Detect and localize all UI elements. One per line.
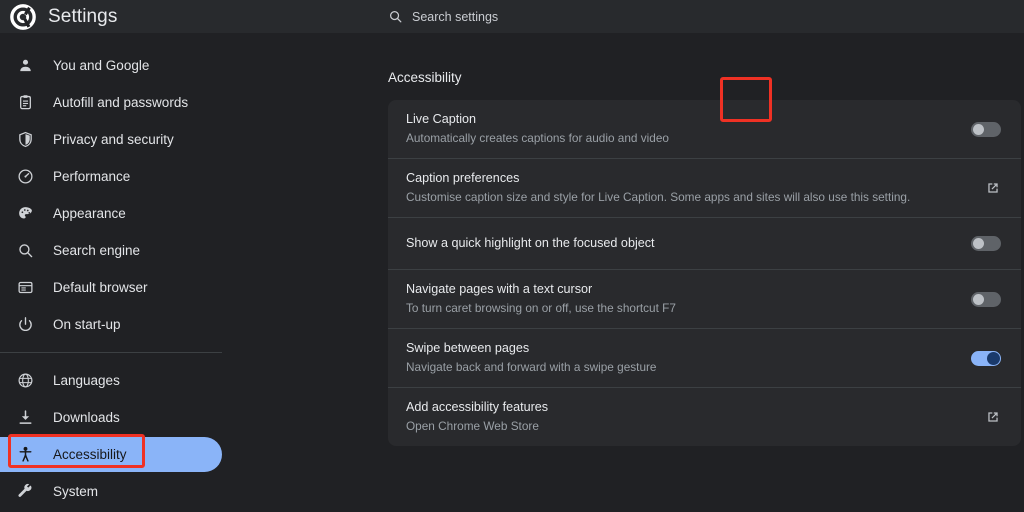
download-icon — [15, 408, 35, 428]
accessibility-icon — [15, 445, 35, 465]
sidebar-item-label: Default browser — [53, 280, 148, 295]
browser-window-icon — [15, 278, 35, 298]
settings-row-title: Navigate pages with a text cursor — [406, 282, 593, 296]
settings-row[interactable]: Caption preferences Customise caption siz… — [388, 159, 1021, 218]
settings-row-subtitle: Automatically creates captions for audio… — [406, 131, 669, 145]
sidebar-item-autofill-and-passwords[interactable]: Autofill and passwords — [0, 84, 240, 121]
search-input-placeholder[interactable]: Search settings — [412, 10, 498, 24]
settings-row-text: Navigate pages with a text cursor To turn… — [406, 270, 955, 328]
settings-row-control — [955, 350, 1001, 366]
settings-row-title: Add accessibility features — [406, 400, 549, 414]
sidebar-item-you-and-google[interactable]: You and Google — [0, 47, 240, 84]
sidebar-item-label: Downloads — [53, 410, 120, 425]
toggle-switch[interactable] — [971, 121, 1001, 137]
page-title: Settings — [48, 5, 118, 27]
settings-sidebar: You and Google Autofill and passwords Priv… — [0, 33, 240, 512]
chrome-logo-icon — [10, 3, 36, 30]
toggle-knob — [973, 293, 984, 305]
settings-row[interactable]: Swipe between pages Navigate back and for… — [388, 329, 1021, 388]
speedometer-icon — [15, 167, 35, 187]
settings-window: Settings Search settings You and Google A… — [0, 0, 1024, 512]
globe-icon — [15, 371, 35, 391]
toggle-switch[interactable] — [971, 236, 1001, 251]
sidebar-item-label: Privacy and security — [53, 132, 174, 147]
toggle-knob — [973, 123, 984, 135]
sidebar-item-label: Languages — [53, 373, 120, 388]
power-icon — [15, 315, 35, 335]
settings-row-control — [955, 236, 1001, 251]
settings-row-text: Add accessibility features Open Chrome We… — [406, 388, 955, 446]
toggle-switch[interactable] — [971, 350, 1001, 366]
settings-row[interactable]: Live Caption Automatically creates captio… — [388, 100, 1021, 159]
settings-row[interactable]: Add accessibility features Open Chrome We… — [388, 388, 1021, 446]
sidebar-item-default-browser[interactable]: Default browser — [0, 269, 240, 306]
settings-row-subtitle: Navigate back and forward with a swipe g… — [406, 360, 657, 374]
settings-row-control — [955, 291, 1001, 307]
external-link-icon[interactable] — [985, 180, 1001, 196]
sidebar-item-label: Search engine — [53, 243, 141, 258]
sidebar-item-performance[interactable]: Performance — [0, 158, 240, 195]
external-link-icon[interactable] — [985, 409, 1001, 425]
sidebar-item-label: Autofill and passwords — [53, 95, 189, 110]
magnifier-icon — [15, 241, 35, 261]
section-title: Accessibility — [388, 70, 462, 85]
search-icon — [389, 10, 402, 23]
settings-row-text: Swipe between pages Navigate back and for… — [406, 329, 955, 387]
search-settings-box[interactable]: Search settings — [388, 0, 498, 33]
accessibility-settings-card: Live Caption Automatically creates captio… — [388, 100, 1021, 446]
settings-row-control — [955, 409, 1001, 425]
settings-row-control — [955, 121, 1001, 137]
clipboard-icon — [15, 93, 35, 113]
sidebar-item-on-start-up[interactable]: On start-up — [0, 306, 240, 343]
toggle-switch[interactable] — [971, 291, 1001, 307]
main-content: Accessibility Live Caption Automatically … — [240, 33, 1024, 512]
settings-row-title: Caption preferences — [406, 171, 520, 185]
settings-row[interactable]: Navigate pages with a text cursor To turn… — [388, 270, 1021, 329]
settings-row-title: Live Caption — [406, 112, 477, 126]
settings-row[interactable]: Show a quick highlight on the focused ob… — [388, 218, 1021, 270]
sidebar-item-privacy-and-security[interactable]: Privacy and security — [0, 121, 240, 158]
sidebar-item-accessibility[interactable]: Accessibility — [0, 436, 240, 473]
sidebar-item-label: Performance — [53, 169, 131, 184]
sidebar-item-label: On start-up — [53, 317, 121, 332]
sidebar-item-label: You and Google — [53, 58, 150, 73]
settings-row-subtitle: Open Chrome Web Store — [406, 419, 539, 433]
wrench-icon — [15, 482, 35, 502]
toggle-knob — [973, 238, 984, 249]
top-header-bar: Settings Search settings — [0, 0, 1024, 33]
settings-row-title: Swipe between pages — [406, 341, 530, 355]
person-icon — [15, 56, 35, 76]
sidebar-item-downloads[interactable]: Downloads — [0, 399, 240, 436]
settings-row-text: Show a quick highlight on the focused ob… — [406, 224, 955, 263]
settings-row-subtitle: To turn caret browsing on or off, use th… — [406, 301, 676, 315]
sidebar-item-label: Accessibility — [53, 447, 127, 462]
settings-row-control — [955, 180, 1001, 196]
settings-row-title: Show a quick highlight on the focused ob… — [406, 236, 655, 250]
settings-row-text: Caption preferences Customise caption siz… — [406, 159, 955, 217]
settings-row-text: Live Caption Automatically creates captio… — [406, 100, 955, 158]
settings-row-subtitle: Customise caption size and style for Liv… — [406, 190, 911, 204]
toggle-knob — [987, 351, 1000, 365]
palette-icon — [15, 204, 35, 224]
brand-area: Settings — [0, 0, 240, 33]
shield-icon — [15, 130, 35, 150]
sidebar-item-system[interactable]: System — [0, 473, 240, 510]
sidebar-item-label: System — [53, 484, 99, 499]
sidebar-item-languages[interactable]: Languages — [0, 362, 240, 399]
sidebar-item-search-engine[interactable]: Search engine — [0, 232, 240, 269]
sidebar-item-label: Appearance — [53, 206, 126, 221]
sidebar-divider — [0, 352, 222, 353]
sidebar-item-appearance[interactable]: Appearance — [0, 195, 240, 232]
